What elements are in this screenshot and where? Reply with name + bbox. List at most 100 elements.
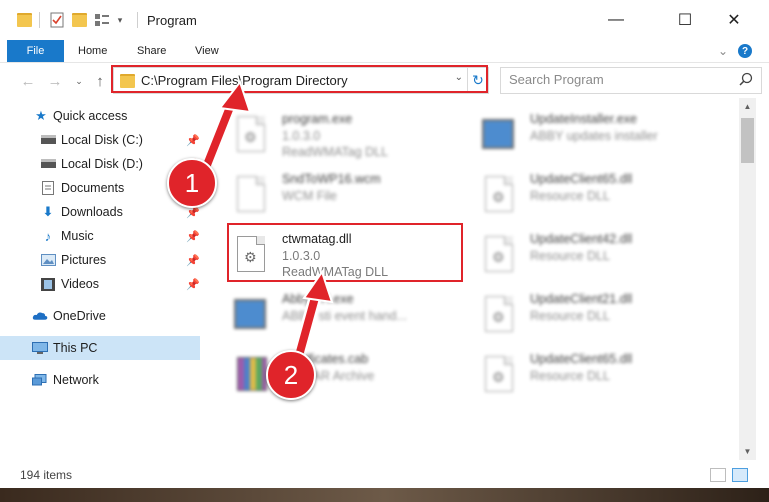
properties-icon[interactable]: [47, 10, 67, 30]
file-name: UpdateInstaller.exe: [530, 112, 638, 126]
scroll-thumb[interactable]: [741, 118, 754, 163]
sidebar-item-label: OneDrive: [53, 309, 106, 323]
file-name: UpdateClient42.dll: [530, 232, 633, 246]
sidebar-item-quick-access[interactable]: ★ Quick access: [0, 104, 200, 128]
file-name: AbbySTI.exe: [282, 292, 354, 306]
search-box[interactable]: [500, 67, 762, 94]
pin-icon[interactable]: 📌: [186, 230, 200, 243]
sidebar-item-label: Local Disk (D:): [61, 157, 143, 171]
music-icon: ♪: [44, 228, 52, 244]
file-name: UpdateClient65.dll: [530, 352, 633, 366]
sidebar-item-label: Videos: [61, 277, 99, 291]
download-icon: ⬇: [42, 204, 54, 219]
tab-file[interactable]: File: [7, 40, 64, 62]
dll-icon: ⚙: [482, 294, 516, 334]
title-bar: ▾ Program — ☐ ✕: [0, 0, 769, 40]
expand-ribbon-icon[interactable]: ⌄: [714, 42, 732, 60]
customize-toolbar-icon[interactable]: ▾: [110, 10, 130, 30]
onedrive-icon: [32, 309, 48, 323]
divider: [39, 12, 40, 28]
sidebar-item-label: This PC: [53, 341, 98, 355]
maximize-button[interactable]: ☐: [662, 0, 708, 40]
dll-icon: ⚙: [482, 354, 516, 394]
view-options-icon[interactable]: [92, 10, 112, 30]
file-tile[interactable]: ⚙ UpdateClient65.dll Resource DLL: [474, 164, 709, 224]
file-tile[interactable]: ⚙ UpdateClient42.dll Resource DLL: [474, 224, 709, 284]
sidebar-item-label: Local Disk (C:): [61, 133, 143, 147]
file-description: ABBY sti event hand...: [282, 309, 407, 323]
file-tile[interactable]: AbbySTI.exe ABBY sti event hand...: [226, 284, 461, 344]
dll-icon: ⚙: [482, 234, 516, 274]
computer-icon: [32, 341, 48, 355]
file-name: UpdateClient21.dll: [530, 292, 633, 306]
scroll-up-icon[interactable]: ▲: [739, 98, 756, 115]
sidebar-item-videos[interactable]: Videos 📌: [0, 272, 200, 296]
window-title: Program: [147, 13, 197, 28]
file-type: Resource DLL: [530, 309, 610, 323]
close-button[interactable]: ✕: [711, 0, 757, 40]
sidebar-item-label: Pictures: [61, 253, 107, 267]
back-arrow-icon[interactable]: ←: [17, 71, 39, 91]
drive-icon: [40, 157, 56, 171]
file-name: SndToWP16.wcm: [282, 172, 381, 186]
network-icon: [32, 373, 48, 387]
up-arrow-icon[interactable]: ↑: [89, 71, 111, 91]
documents-icon: [40, 181, 56, 195]
scroll-down-icon[interactable]: ▼: [739, 443, 756, 460]
file-tile[interactable]: ⚙ UpdateClient65.dll Resource DLL: [474, 344, 709, 404]
archive-icon: [234, 354, 268, 394]
sidebar-item-this-pc[interactable]: This PC: [0, 336, 200, 360]
sidebar-item-onedrive[interactable]: OneDrive: [0, 304, 200, 328]
search-input[interactable]: [501, 68, 737, 91]
pin-icon[interactable]: 📌: [186, 254, 200, 267]
forward-arrow-icon[interactable]: →: [44, 71, 66, 91]
file-type: WCM File: [282, 189, 337, 203]
file-tile[interactable]: Certificates.cab WinRAR Archive: [226, 344, 461, 404]
minimize-button[interactable]: —: [593, 0, 639, 40]
sidebar-item-pictures[interactable]: Pictures 📌: [0, 248, 200, 272]
pin-icon[interactable]: 📌: [186, 278, 200, 291]
pin-icon[interactable]: 📌: [186, 134, 200, 147]
dll-icon: ⚙: [482, 174, 516, 214]
exe-icon: [234, 294, 268, 334]
vertical-scrollbar[interactable]: ▲ ▼: [739, 98, 756, 460]
recent-locations-icon[interactable]: ⌄: [68, 71, 90, 91]
sidebar-item-network[interactable]: Network: [0, 368, 200, 392]
sidebar-item-downloads[interactable]: ⬇ Downloads 📌: [0, 200, 200, 224]
tab-home[interactable]: Home: [78, 40, 107, 62]
folder-icon: [14, 10, 34, 30]
details-view-icon[interactable]: [710, 468, 726, 482]
address-highlight-box: [111, 65, 488, 93]
help-icon[interactable]: ?: [736, 42, 754, 60]
file-tile[interactable]: SndToWP16.wcm WCM File: [226, 164, 461, 224]
tiles-view-icon[interactable]: [732, 468, 748, 482]
file-tile[interactable]: ⚙ UpdateClient21.dll Resource DLL: [474, 284, 709, 344]
file-type: Resource DLL: [530, 369, 610, 383]
file-tile[interactable]: ⚙ program.exe 1.0.3.0 ReadWMATag DLL: [226, 104, 461, 164]
sidebar-item-local-disk-c[interactable]: Local Disk (C:) 📌: [0, 128, 200, 152]
sidebar-item-label: Documents: [61, 181, 125, 195]
desktop-background: [0, 488, 769, 502]
tab-share[interactable]: Share: [137, 40, 166, 62]
videos-icon: [40, 277, 56, 291]
file-tile[interactable]: UpdateInstaller.exe ABBY updates install…: [474, 104, 709, 164]
step-2-badge: 2: [266, 350, 316, 400]
file-highlight-box: [227, 223, 463, 282]
tab-view[interactable]: View: [195, 40, 219, 62]
drive-icon: [40, 133, 56, 147]
status-bar: 194 items: [0, 460, 769, 488]
pictures-icon: [40, 253, 56, 267]
exe-icon: [482, 114, 516, 154]
sidebar-item-label: Network: [53, 373, 99, 387]
item-count: 194 items: [20, 468, 73, 482]
new-folder-icon[interactable]: [69, 10, 89, 30]
file-name: UpdateClient65.dll: [530, 172, 633, 186]
sidebar-item-music[interactable]: ♪ Music 📌: [0, 224, 200, 248]
file-icon: [234, 174, 268, 214]
star-icon: ★: [35, 108, 47, 123]
file-type: Resource DLL: [530, 189, 610, 203]
search-icon[interactable]: [739, 72, 753, 86]
file-description: ABBY updates installer: [530, 129, 658, 143]
file-description: ReadWMATag DLL: [282, 145, 389, 159]
divider: [137, 12, 138, 28]
